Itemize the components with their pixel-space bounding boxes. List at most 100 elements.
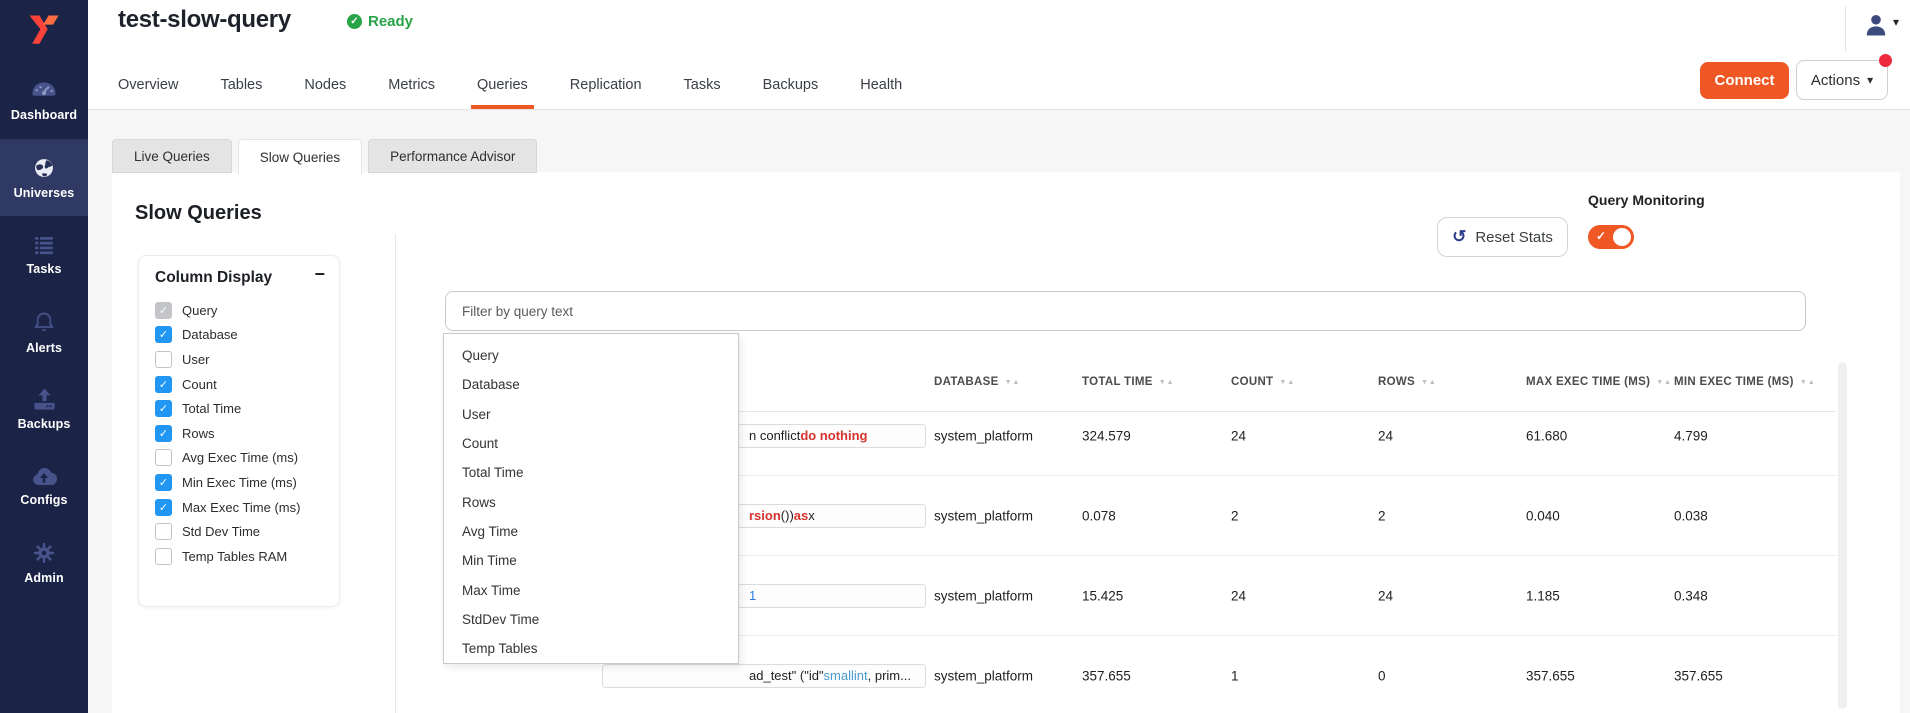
column-display-option-min-exec-time-ms[interactable]: ✓Min Exec Time (ms) — [155, 470, 331, 495]
connect-button[interactable]: Connect — [1700, 62, 1789, 99]
toggle-check-icon: ✓ — [1596, 229, 1606, 243]
column-display-card: Column Display − ✓Query✓DatabaseUser✓Cou… — [138, 255, 340, 607]
tab-queries[interactable]: Queries — [477, 61, 528, 109]
checkbox-temp-tables-ram[interactable] — [155, 548, 172, 565]
collapse-minus-icon[interactable]: − — [314, 264, 325, 285]
tab-nodes[interactable]: Nodes — [304, 61, 346, 109]
table-scrollbar[interactable] — [1838, 362, 1847, 709]
dropdown-item-user[interactable]: User — [444, 400, 738, 429]
tab-metrics[interactable]: Metrics — [388, 61, 435, 109]
column-display-option-max-exec-time-ms[interactable]: ✓ Max Exec Time (ms) — [155, 495, 331, 520]
query-token: rsion — [749, 508, 781, 523]
sidebar-item-dashboard[interactable]: Dashboard — [0, 62, 88, 139]
checkbox-std-dev-time[interactable] — [155, 523, 172, 540]
checkbox-total-time[interactable]: ✓ — [155, 400, 172, 417]
checkbox-rows[interactable]: ✓ — [155, 425, 172, 442]
query-token: x — [808, 508, 815, 523]
sidebar-item-configs[interactable]: Configs — [0, 447, 88, 524]
sidebar-item-tasks[interactable]: Tasks — [0, 216, 88, 293]
sort-arrows-icon[interactable]: ▼▲ — [1800, 379, 1816, 386]
col-header-database[interactable]: DATABASE▼▲ — [934, 376, 1020, 388]
tab-overview[interactable]: Overview — [118, 61, 178, 109]
query-token: as — [794, 508, 808, 523]
sidebar-item-alerts[interactable]: Alerts — [0, 293, 88, 370]
col-header-min-exec-time-ms[interactable]: MIN EXEC TIME (MS) ▼▲ — [1674, 376, 1816, 388]
tab-health[interactable]: Health — [860, 61, 902, 109]
reset-stats-button[interactable]: ↺ Reset Stats — [1437, 217, 1568, 257]
checkbox-label: Total Time — [182, 401, 241, 416]
sort-arrows-icon[interactable]: ▼▲ — [1159, 379, 1175, 386]
col-header-count[interactable]: COUNT▼▲ — [1231, 376, 1295, 388]
dropdown-item-max-time[interactable]: Max Time — [444, 575, 738, 604]
panel-divider — [395, 234, 396, 713]
column-display-option-count[interactable]: ✓Count — [155, 372, 331, 397]
subtab-live-queries[interactable]: Live Queries — [112, 139, 232, 173]
query-monitoring-toggle[interactable]: ✓ — [1588, 225, 1634, 249]
query-filter-input[interactable] — [445, 291, 1806, 331]
avatar-caret-icon[interactable]: ▾ — [1893, 15, 1899, 29]
task-list-icon — [31, 233, 57, 257]
checkbox-max-exec-time-ms[interactable]: ✓ — [155, 499, 172, 516]
tab-tables[interactable]: Tables — [220, 61, 262, 109]
cell-count: 1 — [1231, 668, 1239, 683]
column-display-option-user[interactable]: User — [155, 347, 331, 372]
query-token: , prim... — [868, 668, 911, 683]
dropdown-item-query[interactable]: Query — [444, 341, 738, 370]
sidebar-item-universes[interactable]: Universes — [0, 139, 88, 216]
checkbox-database[interactable]: ✓ — [155, 326, 172, 343]
dropdown-item-stddev-time[interactable]: StdDev Time — [444, 605, 738, 634]
dropdown-item-min-time[interactable]: Min Time — [444, 546, 738, 575]
cell-rows: 24 — [1378, 588, 1393, 603]
sort-arrows-icon[interactable]: ▼▲ — [1005, 379, 1021, 386]
query-token: ()) — [781, 508, 794, 523]
cell-database: system_platform — [934, 588, 1033, 603]
column-display-option-temp-tables-ram[interactable]: Temp Tables RAM — [155, 544, 331, 569]
cell-min-exec-time-ms: 4.799 — [1674, 428, 1708, 443]
column-display-option-std-dev-time[interactable]: Std Dev Time — [155, 519, 331, 544]
col-header-total-time[interactable]: TOTAL TIME▼▲ — [1082, 376, 1175, 388]
sort-arrows-icon[interactable]: ▼▲ — [1279, 379, 1295, 386]
col-header-rows[interactable]: ROWS▼▲ — [1378, 376, 1437, 388]
query-token: n conflict — [749, 428, 800, 443]
yugabyte-logo-icon[interactable] — [0, 0, 88, 62]
dropdown-item-rows[interactable]: Rows — [444, 487, 738, 516]
sidebar-item-backups[interactable]: Backups — [0, 370, 88, 447]
tab-backups[interactable]: Backups — [763, 61, 819, 109]
column-display-option-database[interactable]: ✓Database — [155, 323, 331, 348]
column-display-option-rows[interactable]: ✓Rows — [155, 421, 331, 446]
dropdown-item-database[interactable]: Database — [444, 370, 738, 399]
subtab-slow-queries[interactable]: Slow Queries — [238, 139, 362, 174]
checkbox-min-exec-time-ms[interactable]: ✓ — [155, 474, 172, 491]
actions-button[interactable]: Actions ▾ — [1796, 60, 1888, 100]
checkbox-label: Query — [182, 303, 217, 318]
cell-max-exec-time-ms: 1.185 — [1526, 588, 1560, 603]
subtab-performance-advisor[interactable]: Performance Advisor — [368, 139, 537, 173]
tab-tasks[interactable]: Tasks — [684, 61, 721, 109]
chevron-down-icon: ▾ — [1867, 73, 1873, 87]
checkbox-avg-exec-time-ms[interactable] — [155, 449, 172, 466]
checkbox-label: Max Exec Time (ms) — [182, 500, 300, 515]
sort-arrows-icon[interactable]: ▼▲ — [1421, 379, 1437, 386]
dropdown-item-avg-time[interactable]: Avg Time — [444, 517, 738, 546]
col-header-max-exec-time-ms[interactable]: MAX EXEC TIME (MS)▼▲ — [1526, 376, 1672, 388]
column-display-option-total-time[interactable]: ✓ Total Time — [155, 396, 331, 421]
query-text-cell[interactable]: ad_test" ("id" smallint, prim... — [602, 664, 926, 688]
cell-database: system_platform — [934, 668, 1033, 683]
column-display-option-query[interactable]: ✓Query — [155, 298, 331, 323]
reset-icon: ↺ — [1452, 227, 1466, 247]
cell-max-exec-time-ms: 357.655 — [1526, 668, 1575, 683]
sort-arrows-icon[interactable]: ▼▲ — [1656, 379, 1672, 386]
dropdown-item-temp-tables[interactable]: Temp Tables — [444, 634, 738, 663]
checkbox-user[interactable] — [155, 351, 172, 368]
checkbox-label: Temp Tables RAM — [182, 549, 287, 564]
cell-total-time: 357.655 — [1082, 668, 1131, 683]
user-avatar[interactable] — [1862, 11, 1890, 44]
col-header-label: MIN EXEC TIME (MS) — [1674, 376, 1794, 388]
checkbox-count[interactable]: ✓ — [155, 376, 172, 393]
tab-replication[interactable]: Replication — [570, 61, 642, 109]
query-token: 1 — [749, 588, 756, 603]
dropdown-item-total-time[interactable]: Total Time — [444, 458, 738, 487]
sidebar-item-admin[interactable]: Admin — [0, 524, 88, 601]
column-display-option-avg-exec-time-ms[interactable]: Avg Exec Time (ms) — [155, 446, 331, 471]
dropdown-item-count[interactable]: Count — [444, 429, 738, 458]
